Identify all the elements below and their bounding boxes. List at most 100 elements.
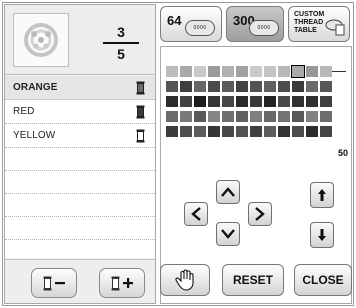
empty-list-row [5, 194, 155, 217]
list-item[interactable]: RED [5, 100, 155, 124]
remove-spool-button[interactable] [31, 268, 77, 298]
palette-color-swatch[interactable] [320, 96, 332, 107]
palette-color-swatch[interactable] [264, 81, 276, 92]
add-spool-button[interactable] [99, 268, 145, 298]
palette-64-tab[interactable]: 64 0000 [160, 6, 222, 42]
palette-color-swatch[interactable] [222, 96, 234, 107]
palette-color-swatch[interactable] [250, 126, 262, 137]
palette-color-swatch[interactable] [208, 111, 220, 122]
palette-color-swatch[interactable] [278, 96, 290, 107]
palette-color-swatch[interactable] [236, 126, 248, 137]
palette-color-swatch[interactable] [194, 66, 206, 77]
palette-300-tab[interactable]: 300 0000 [226, 6, 284, 42]
palette-color-swatch[interactable] [194, 81, 206, 92]
chevron-up-icon [221, 187, 235, 197]
palette-color-swatch[interactable] [264, 66, 276, 77]
palette-color-swatch[interactable] [250, 96, 262, 107]
empty-list-row [5, 217, 155, 240]
palette-color-swatch[interactable] [292, 111, 304, 122]
palette-color-swatch[interactable] [320, 126, 332, 137]
palette-color-swatch[interactable] [264, 111, 276, 122]
palette-row [166, 65, 332, 78]
palette-color-swatch[interactable] [180, 126, 192, 137]
move-down-button[interactable] [216, 222, 240, 246]
palette-color-swatch[interactable] [180, 111, 192, 122]
palette-color-swatch[interactable] [166, 81, 178, 92]
color-palette-grid [166, 65, 332, 141]
thread-list-panel: 3 5 ORANGE RED YELLOW [4, 4, 156, 304]
arrow-up-icon [318, 189, 326, 201]
palette-color-swatch[interactable] [194, 96, 206, 107]
palette-color-swatch[interactable] [250, 81, 262, 92]
palette-color-swatch[interactable] [278, 126, 290, 137]
minus-icon [55, 282, 65, 285]
palette-color-swatch[interactable] [320, 81, 332, 92]
palette-color-swatch[interactable] [306, 111, 318, 122]
palette-page-number: 50 [338, 148, 349, 158]
chevron-right-icon [255, 207, 265, 221]
scroll-down-button[interactable] [310, 222, 334, 248]
palette-row [166, 96, 332, 107]
list-item[interactable]: ORANGE [5, 76, 155, 100]
palette-color-swatch[interactable] [194, 126, 206, 137]
palette-row [166, 81, 332, 92]
palette-color-swatch[interactable] [236, 81, 248, 92]
palette-color-swatch[interactable] [236, 66, 248, 77]
palette-color-swatch[interactable] [208, 126, 220, 137]
arrow-down-icon [318, 229, 326, 241]
palette-color-swatch[interactable] [278, 81, 290, 92]
thread-color-name: YELLOW [13, 130, 56, 141]
palette-color-swatch[interactable] [222, 126, 234, 137]
palette-color-swatch[interactable] [291, 65, 305, 78]
palette-color-swatch[interactable] [166, 111, 178, 122]
palette-color-swatch[interactable] [180, 96, 192, 107]
palette-color-swatch[interactable] [264, 126, 276, 137]
palette-color-swatch[interactable] [194, 111, 206, 122]
palette-color-swatch[interactable] [306, 126, 318, 137]
palette-color-swatch[interactable] [264, 96, 276, 107]
palette-color-swatch[interactable] [236, 111, 248, 122]
palette-color-swatch[interactable] [222, 66, 234, 77]
palette-color-swatch[interactable] [306, 81, 318, 92]
thread-color-name: ORANGE [13, 82, 58, 93]
palette-color-swatch[interactable] [320, 111, 332, 122]
palette-color-swatch[interactable] [250, 111, 262, 122]
spool-icon [43, 276, 52, 290]
custom-thread-table-tab[interactable]: CUSTOM THREAD TABLE [288, 6, 350, 42]
palette-color-swatch[interactable] [306, 96, 318, 107]
custom-label-line: CUSTOM [294, 11, 325, 18]
palette-color-swatch[interactable] [166, 66, 178, 77]
hand-tool-button[interactable] [160, 264, 210, 296]
palette-color-swatch[interactable] [278, 111, 290, 122]
palette-color-swatch[interactable] [292, 96, 304, 107]
color-counter: 3 5 [103, 25, 139, 61]
palette-color-swatch[interactable] [222, 81, 234, 92]
spool-count-controls [5, 259, 155, 303]
scroll-up-button[interactable] [310, 182, 334, 208]
palette-color-swatch[interactable] [236, 96, 248, 107]
move-right-button[interactable] [248, 202, 272, 226]
palette-color-swatch[interactable] [292, 81, 304, 92]
palette-color-swatch[interactable] [222, 111, 234, 122]
palette-color-swatch[interactable] [306, 66, 318, 77]
palette-color-swatch[interactable] [208, 66, 220, 77]
empty-list-row [5, 148, 155, 171]
list-item[interactable]: YELLOW [5, 124, 155, 148]
palette-color-swatch[interactable] [208, 81, 220, 92]
tab-64-label: 64 [167, 13, 182, 28]
close-button[interactable]: CLOSE [294, 264, 352, 296]
reset-button[interactable]: RESET [222, 264, 284, 296]
palette-color-swatch[interactable] [166, 126, 178, 137]
palette-color-swatch[interactable] [292, 126, 304, 137]
palette-color-swatch[interactable] [180, 81, 192, 92]
palette-color-swatch[interactable] [250, 66, 262, 77]
move-left-button[interactable] [184, 202, 208, 226]
palette-color-swatch[interactable] [208, 96, 220, 107]
palette-color-swatch[interactable] [166, 96, 178, 107]
move-up-button[interactable] [216, 180, 240, 204]
palette-color-swatch[interactable] [278, 66, 290, 77]
spool-icon [136, 81, 145, 94]
palette-color-swatch[interactable] [180, 66, 192, 77]
spool-icon [136, 129, 145, 142]
palette-color-swatch[interactable] [320, 66, 332, 77]
